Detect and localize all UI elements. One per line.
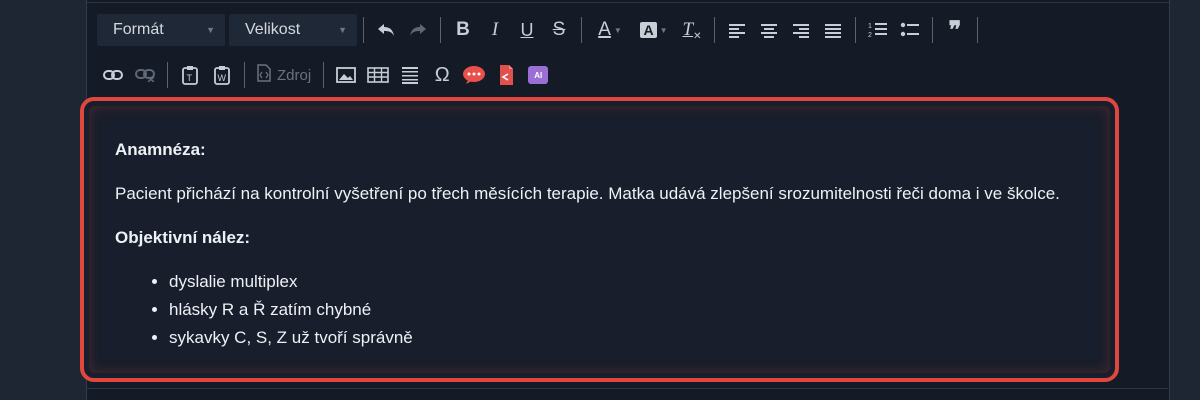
align-right-button[interactable] xyxy=(785,14,817,46)
content-highlight-frame: Anamnéza: Pacient přichází na kontrolní … xyxy=(80,97,1119,382)
toolbar-separator xyxy=(581,17,582,43)
justify-button[interactable] xyxy=(817,14,849,46)
toolbar-row-1: Formát ▼ Velikost ▼ B I U S A ▼ A ▼ T ✕ … xyxy=(97,13,984,47)
font-color-button[interactable]: A ▼ xyxy=(588,14,632,46)
chevron-down-icon: ▼ xyxy=(338,25,347,35)
source-label: Zdroj xyxy=(277,66,312,84)
template-button[interactable] xyxy=(490,59,522,91)
svg-text:T: T xyxy=(187,73,193,83)
comment-button[interactable] xyxy=(458,59,490,91)
paste-text-icon: T xyxy=(182,65,198,85)
paste-word-button[interactable]: W xyxy=(206,59,238,91)
editor-bottom-border xyxy=(86,388,1168,389)
bullet-list-button[interactable] xyxy=(894,14,926,46)
editor-toolbar: Formát ▼ Velikost ▼ B I U S A ▼ A ▼ T ✕ … xyxy=(87,0,1169,98)
chevron-down-icon: ▼ xyxy=(659,25,668,35)
list-item: hlásky R a Ř zatím chybné xyxy=(169,296,1084,324)
image-button[interactable] xyxy=(330,59,362,91)
horizontal-rule-button[interactable] xyxy=(394,59,426,91)
link-icon xyxy=(103,69,123,81)
anamnesis-heading: Anamnéza: xyxy=(115,140,206,159)
undo-button[interactable] xyxy=(370,14,402,46)
source-icon xyxy=(257,64,271,86)
size-dropdown[interactable]: Velikost ▼ xyxy=(229,14,357,46)
bold-button[interactable]: B xyxy=(447,14,479,46)
strikethrough-button[interactable]: S xyxy=(543,14,575,46)
chevron-down-icon: ▼ xyxy=(206,25,215,35)
underline-button[interactable]: U xyxy=(511,14,543,46)
special-character-button[interactable]: Ω xyxy=(426,59,458,91)
underline-icon: U xyxy=(520,19,534,40)
redo-button[interactable] xyxy=(402,14,434,46)
toolbar-separator xyxy=(977,17,978,43)
undo-icon xyxy=(376,22,396,38)
ai-icon: AI xyxy=(528,66,549,84)
format-label: Formát xyxy=(113,21,164,38)
toolbar-separator xyxy=(363,17,364,43)
bullet-list-icon xyxy=(900,21,920,39)
remove-format-button[interactable]: T ✕ xyxy=(676,14,708,46)
toolbar-separator xyxy=(323,62,325,88)
italic-icon: I xyxy=(491,19,499,40)
svg-text:2: 2 xyxy=(868,32,872,39)
toolbar-separator xyxy=(932,17,933,43)
toolbar-row-2: T W Zdroj Ω AI xyxy=(97,58,554,92)
link-button[interactable] xyxy=(97,59,129,91)
toolbar-separator xyxy=(167,62,168,88)
toolbar-separator xyxy=(244,62,245,88)
source-button[interactable]: Zdroj xyxy=(251,64,317,86)
table-button[interactable] xyxy=(362,59,394,91)
anamnesis-paragraph: Pacient přichází na kontrolní vyšetření … xyxy=(115,184,1060,203)
align-center-button[interactable] xyxy=(753,14,785,46)
chevron-down-icon: ▼ xyxy=(613,25,622,35)
table-icon xyxy=(367,67,389,83)
x-mark-icon: ✕ xyxy=(693,30,702,42)
findings-heading: Objektivní nález: xyxy=(115,228,251,247)
left-panel xyxy=(0,0,86,400)
svg-text:W: W xyxy=(218,73,227,83)
svg-text:1: 1 xyxy=(868,23,872,30)
font-color-icon: A xyxy=(598,19,611,40)
list-item: sykavky C, S, Z už tvoří správně xyxy=(169,324,1084,352)
background-color-button[interactable]: A ▼ xyxy=(632,14,676,46)
remove-format-icon: T xyxy=(682,19,694,40)
background-color-icon: A xyxy=(640,22,657,38)
redo-icon xyxy=(408,22,428,38)
comment-icon xyxy=(462,65,486,85)
italic-button[interactable]: I xyxy=(479,14,511,46)
blockquote-button[interactable]: ❞ xyxy=(939,14,971,46)
right-panel xyxy=(1168,0,1200,400)
size-label: Velikost xyxy=(245,21,301,38)
bold-icon: B xyxy=(456,19,470,40)
blockquote-icon: ❞ xyxy=(948,16,962,44)
align-left-button[interactable] xyxy=(721,14,753,46)
list-item: dyslalie multiplex xyxy=(169,268,1084,296)
omega-icon: Ω xyxy=(434,63,450,86)
findings-list: dyslalie multiplex hlásky R a Ř zatím ch… xyxy=(115,268,1084,352)
strikethrough-icon: S xyxy=(552,19,566,40)
image-icon xyxy=(336,67,357,83)
editor-content-area[interactable]: Anamnéza: Pacient přichází na kontrolní … xyxy=(89,106,1110,373)
toolbar-top-border xyxy=(87,2,1169,3)
numbered-list-icon: 12 xyxy=(868,21,888,39)
unlink-icon xyxy=(135,68,155,82)
align-right-icon xyxy=(792,22,810,38)
paste-word-icon: W xyxy=(214,65,230,85)
toolbar-separator xyxy=(714,17,715,43)
template-icon xyxy=(498,64,514,86)
align-center-icon xyxy=(760,22,778,38)
horizontal-rule-icon xyxy=(401,66,419,84)
ai-button[interactable]: AI xyxy=(522,59,554,91)
unlink-button[interactable] xyxy=(129,59,161,91)
numbered-list-button[interactable]: 12 xyxy=(862,14,894,46)
toolbar-separator xyxy=(855,17,856,43)
format-dropdown[interactable]: Formát ▼ xyxy=(97,14,225,46)
paste-text-button[interactable]: T xyxy=(174,59,206,91)
align-left-icon xyxy=(728,22,746,38)
toolbar-separator xyxy=(440,17,441,43)
justify-icon xyxy=(824,22,842,38)
